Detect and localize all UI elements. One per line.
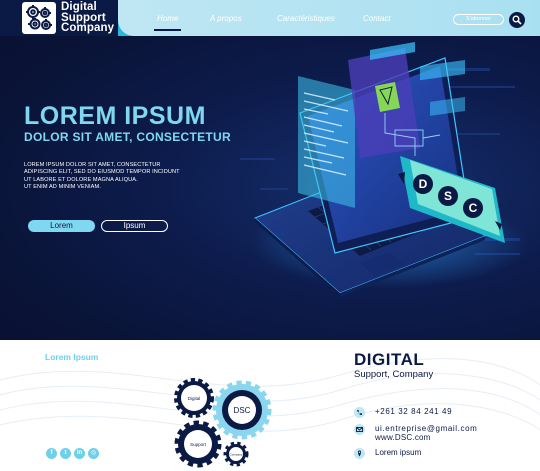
nav-about[interactable]: A propos	[210, 14, 242, 23]
phone-icon	[354, 407, 365, 418]
social-links: f t in ◎	[46, 448, 99, 459]
gears-graphic: Digital DSC Support Company	[174, 378, 272, 468]
twitter-icon[interactable]: t	[60, 448, 71, 459]
footer-brand-subtitle: Support, Company	[354, 369, 434, 380]
facebook-icon[interactable]: f	[46, 448, 57, 459]
search-icon	[512, 15, 522, 25]
hero-body-line: UT LABORE ET DOLORE MAGNA ALIQUA.	[24, 176, 138, 183]
gear-company: Company	[223, 441, 249, 467]
main-nav: Home A propos Caractéristiques Contact S…	[118, 0, 540, 36]
address-text: Lorem ipsum	[375, 448, 422, 457]
brand-name: Digital Support Company	[61, 2, 114, 34]
location-icon	[354, 448, 365, 459]
gear-digital: Digital	[174, 378, 214, 418]
screen-letter-c: C	[469, 201, 478, 215]
website-url[interactable]: www.DSC.com	[375, 433, 477, 442]
contact-email: ui.entreprise@gmail.com www.DSC.com	[354, 424, 477, 442]
linkedin-icon[interactable]: in	[74, 448, 85, 459]
nav-contact[interactable]: Contact	[363, 14, 391, 23]
contact-phone: +261 32 84 241 49	[354, 407, 452, 418]
gear-dsc: DSC	[212, 380, 272, 440]
gear-label-digital: Digital	[188, 396, 201, 401]
hero-section: Digital Support Company Home A propos Ca…	[0, 0, 540, 340]
ipsum-button[interactable]: Ipsum	[101, 220, 168, 232]
footer-brand-title: DIGITAL	[354, 350, 425, 369]
email-address[interactable]: ui.entreprise@gmail.com	[375, 424, 477, 433]
subscribe-button[interactable]: S'abonner	[453, 14, 504, 25]
hero-body-line: LOREM IPSUM DOLOR SIT AMET, CONSECTETUR	[24, 162, 161, 168]
laptop-illustration: D S C	[240, 42, 530, 297]
hero-body-line: ADIPISCING ELIT, SED DO EIUSMOD TEMPOR I…	[24, 169, 180, 176]
hero-body-line: UT ENIM AD MINIM VENIAM.	[24, 183, 101, 190]
phone-number[interactable]: +261 32 84 241 49	[375, 407, 452, 416]
hero-body-text: LOREM IPSUM DOLOR SIT AMET, CONSECTETUR …	[24, 162, 199, 191]
nav-features[interactable]: Caractéristiques	[277, 14, 335, 23]
brand-logo[interactable]: Digital Support Company	[0, 0, 118, 36]
hero-subtitle: DOLOR SIT AMET, CONSECTETUR	[24, 130, 231, 144]
instagram-icon[interactable]: ◎	[88, 448, 99, 459]
contact-address: Lorem ipsum	[354, 448, 421, 459]
gear-label-company: Company	[230, 453, 243, 457]
screen-letter-d: D	[419, 177, 428, 191]
email-icon	[354, 424, 365, 435]
gear-label-dsc: DSC	[234, 406, 251, 415]
gears-logo-icon	[22, 2, 56, 34]
brand-line-3: Company	[61, 22, 115, 35]
hero-title: LOREM IPSUM	[24, 102, 206, 130]
footer-section: Lorem Ipsum f t in ◎ Digital DSC Support…	[0, 340, 540, 471]
nav-home[interactable]: Home	[153, 14, 182, 31]
footer-left-title: Lorem Ipsum	[45, 352, 99, 362]
gear-support: Support	[174, 420, 222, 468]
gear-label-support: Support	[190, 442, 207, 447]
lorem-button[interactable]: Lorem	[28, 220, 95, 232]
search-button[interactable]	[509, 12, 525, 28]
screen-letter-s: S	[444, 189, 452, 203]
